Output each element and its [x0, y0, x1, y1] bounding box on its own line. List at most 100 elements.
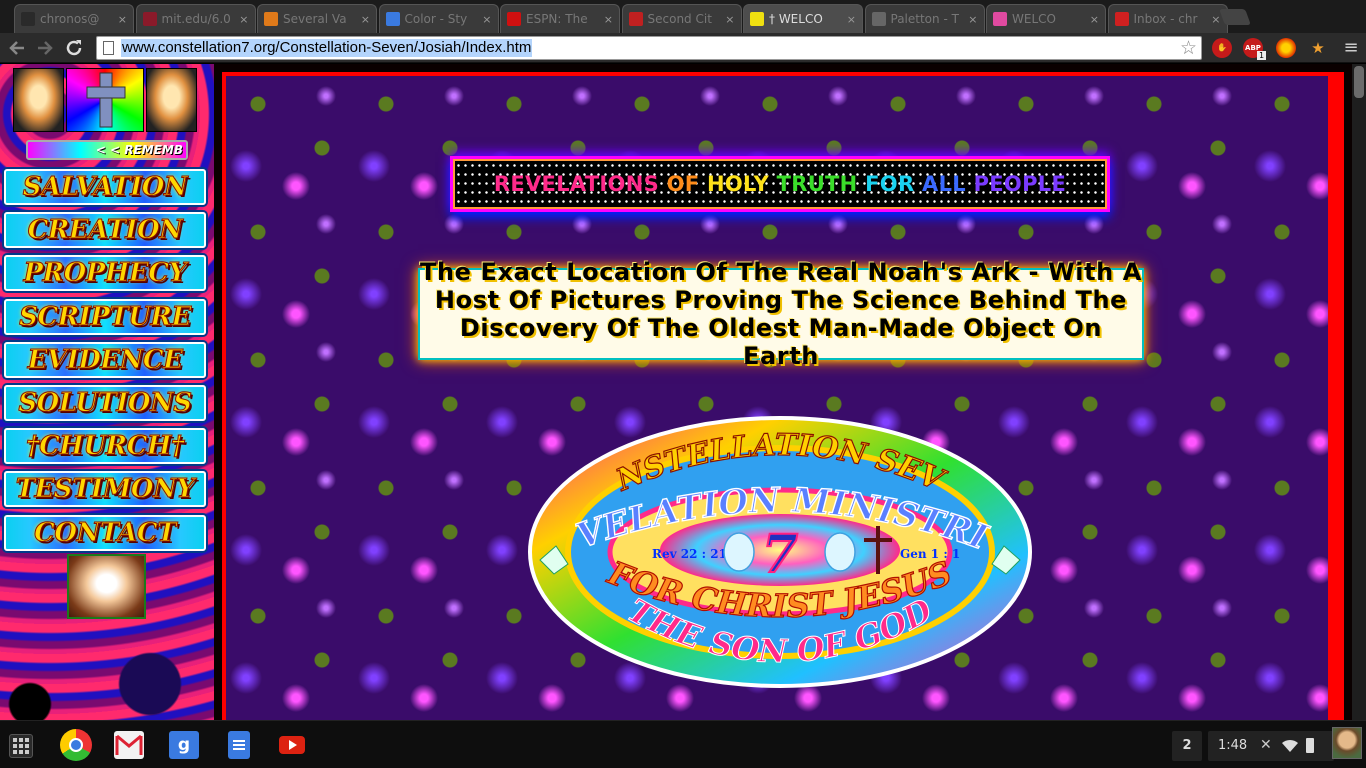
- tab-0[interactable]: chronos@ ×: [14, 4, 134, 33]
- tab-close-icon[interactable]: ×: [114, 13, 127, 26]
- tab-label: Second Cit: [647, 12, 712, 26]
- tab-close-icon[interactable]: ×: [1086, 13, 1099, 26]
- nav-creation-button[interactable]: CREATION: [4, 212, 206, 249]
- reload-button[interactable]: [63, 37, 85, 59]
- dove-left-icon: [723, 532, 755, 572]
- stop-extension-icon[interactable]: ✋: [1212, 38, 1232, 58]
- banner-word: FOR: [865, 172, 923, 196]
- character-extension-icon[interactable]: ★: [1308, 38, 1328, 58]
- remember-marquee[interactable]: < < REMEMB: [26, 140, 188, 160]
- arrow-right-icon: [38, 41, 53, 55]
- new-tab-button[interactable]: [1219, 9, 1251, 25]
- nav-evidence-button[interactable]: EVIDENCE: [4, 341, 206, 378]
- headline-text[interactable]: The Exact Location Of The Real Noah's Ar…: [420, 258, 1142, 370]
- tab-label: ESPN: The: [526, 12, 588, 26]
- nav-contact-button[interactable]: CONTACT: [4, 514, 206, 551]
- tab-3[interactable]: Color - Sty ×: [378, 4, 499, 33]
- tab-1[interactable]: mit.edu/6.0 ×: [135, 4, 256, 33]
- nav-solutions-button[interactable]: SOLUTIONS: [4, 385, 206, 421]
- nav-salvation-button[interactable]: SALVATION: [4, 169, 206, 205]
- gen-reference: Gen 1 : 1: [900, 547, 960, 561]
- nav-label: PROPHECY: [23, 258, 188, 289]
- address-bar[interactable]: www.constellation7.org/Constellation-Sev…: [96, 36, 1202, 60]
- tab-9[interactable]: Inbox - chr ×: [1107, 4, 1228, 33]
- tab-label: Paletton - T: [890, 12, 959, 26]
- tab-label: † WELCO: [769, 12, 823, 26]
- banner-word: OF: [666, 172, 708, 196]
- arrow-left-icon: [9, 41, 24, 55]
- tab-close-icon[interactable]: ×: [478, 13, 491, 26]
- adblock-count-badge: 1: [1257, 51, 1267, 60]
- docs-icon[interactable]: [228, 731, 250, 759]
- tab-close-icon[interactable]: ×: [964, 13, 977, 26]
- banner-word: PEOPLE: [973, 172, 1067, 196]
- tab-4[interactable]: ESPN: The ×: [500, 4, 620, 33]
- google-search-icon[interactable]: g: [169, 731, 199, 759]
- tab-6[interactable]: † WELCO ×: [743, 4, 863, 33]
- tab-label: mit.edu/6.0: [161, 12, 231, 26]
- tab-favicon-icon: [264, 12, 278, 26]
- constellation-seven-logo[interactable]: CONSTELLATION SEVEN REVELATION MINISTRIE…: [524, 412, 1036, 692]
- hamburger-icon[interactable]: ≡: [1342, 37, 1360, 59]
- clock: 1:48: [1218, 738, 1248, 753]
- nav-prophecy-button[interactable]: PROPHECY: [4, 255, 206, 292]
- nav-label: SOLUTIONS: [18, 388, 193, 419]
- main-content: REVELATIONS OF HOLY TRUTH FOR ALL PEOPLE…: [214, 64, 1352, 732]
- tab-label: Several Va: [283, 12, 347, 26]
- page-scrollbar[interactable]: [1352, 64, 1366, 720]
- reload-icon: [66, 40, 82, 56]
- seven-number: 7: [762, 524, 798, 585]
- nav-label: EVIDENCE: [27, 344, 183, 375]
- tab-favicon-icon: [21, 12, 35, 26]
- tab-favicon-icon: [628, 12, 643, 26]
- tab-close-icon[interactable]: ×: [721, 13, 734, 26]
- tab-close-icon[interactable]: ×: [600, 13, 613, 26]
- tab-label: chronos@: [40, 12, 100, 26]
- status-area[interactable]: 1:48 ✕: [1208, 731, 1334, 761]
- banner-word: REVELATIONS: [493, 172, 667, 196]
- scrollbar-thumb[interactable]: [1354, 66, 1364, 98]
- tab-favicon-icon: [385, 12, 400, 26]
- fire-extension-icon[interactable]: [1276, 38, 1296, 58]
- praying-figure-right-image: [146, 68, 197, 132]
- tab-5[interactable]: Second Cit ×: [621, 4, 742, 33]
- bible-image[interactable]: [67, 554, 146, 619]
- back-button[interactable]: [6, 37, 28, 59]
- avatar[interactable]: [1332, 727, 1362, 759]
- notification-count[interactable]: 2: [1172, 731, 1202, 761]
- star-icon[interactable]: ☆: [1180, 37, 1197, 59]
- revelations-banner: REVELATIONS OF HOLY TRUTH FOR ALL PEOPLE: [450, 156, 1110, 212]
- tab-close-icon[interactable]: ×: [843, 13, 856, 26]
- cross-image: [66, 68, 144, 132]
- page-icon: [103, 41, 114, 55]
- youtube-icon[interactable]: [279, 736, 305, 754]
- tab-8[interactable]: WELCO ×: [986, 4, 1106, 33]
- headline-box[interactable]: The Exact Location Of The Real Noah's Ar…: [418, 258, 1144, 370]
- tab-close-icon[interactable]: ×: [357, 13, 370, 26]
- chrome-icon[interactable]: [60, 729, 92, 761]
- tab-7[interactable]: Paletton - T ×: [864, 4, 985, 33]
- nav-label: SCRIPTURE: [19, 301, 192, 332]
- tab-favicon-icon: [750, 12, 764, 26]
- banner-word: HOLY: [707, 172, 777, 196]
- url-text[interactable]: www.constellation7.org/Constellation-Sev…: [121, 39, 533, 57]
- gmail-icon[interactable]: [114, 731, 144, 759]
- dove-right-icon: [824, 532, 856, 572]
- nav-label: CREATION: [27, 215, 183, 246]
- tab-close-icon[interactable]: ×: [235, 13, 248, 26]
- battery-icon: [1306, 738, 1314, 753]
- forward-button[interactable]: [34, 37, 56, 59]
- app-launcher-icon[interactable]: [9, 734, 33, 758]
- nav-testimony-button[interactable]: TESTIMONY: [4, 471, 206, 508]
- tab-close-icon[interactable]: ×: [1207, 13, 1220, 26]
- nav-church-button[interactable]: †CHURCH†: [4, 428, 206, 465]
- muted-icon: ✕: [1260, 737, 1272, 753]
- nav-label: TESTIMONY: [15, 474, 195, 505]
- banner-text: REVELATIONS OF HOLY TRUTH FOR ALL PEOPLE: [494, 172, 1066, 196]
- tab-label: Color - Sty: [404, 12, 468, 26]
- nav-scripture-button[interactable]: SCRIPTURE: [4, 298, 206, 335]
- tab-favicon-icon: [871, 12, 886, 26]
- shelf: g 2 1:48 ✕: [0, 720, 1366, 768]
- tab-2[interactable]: Several Va ×: [257, 4, 377, 33]
- tab-label: Inbox - chr: [1133, 12, 1198, 26]
